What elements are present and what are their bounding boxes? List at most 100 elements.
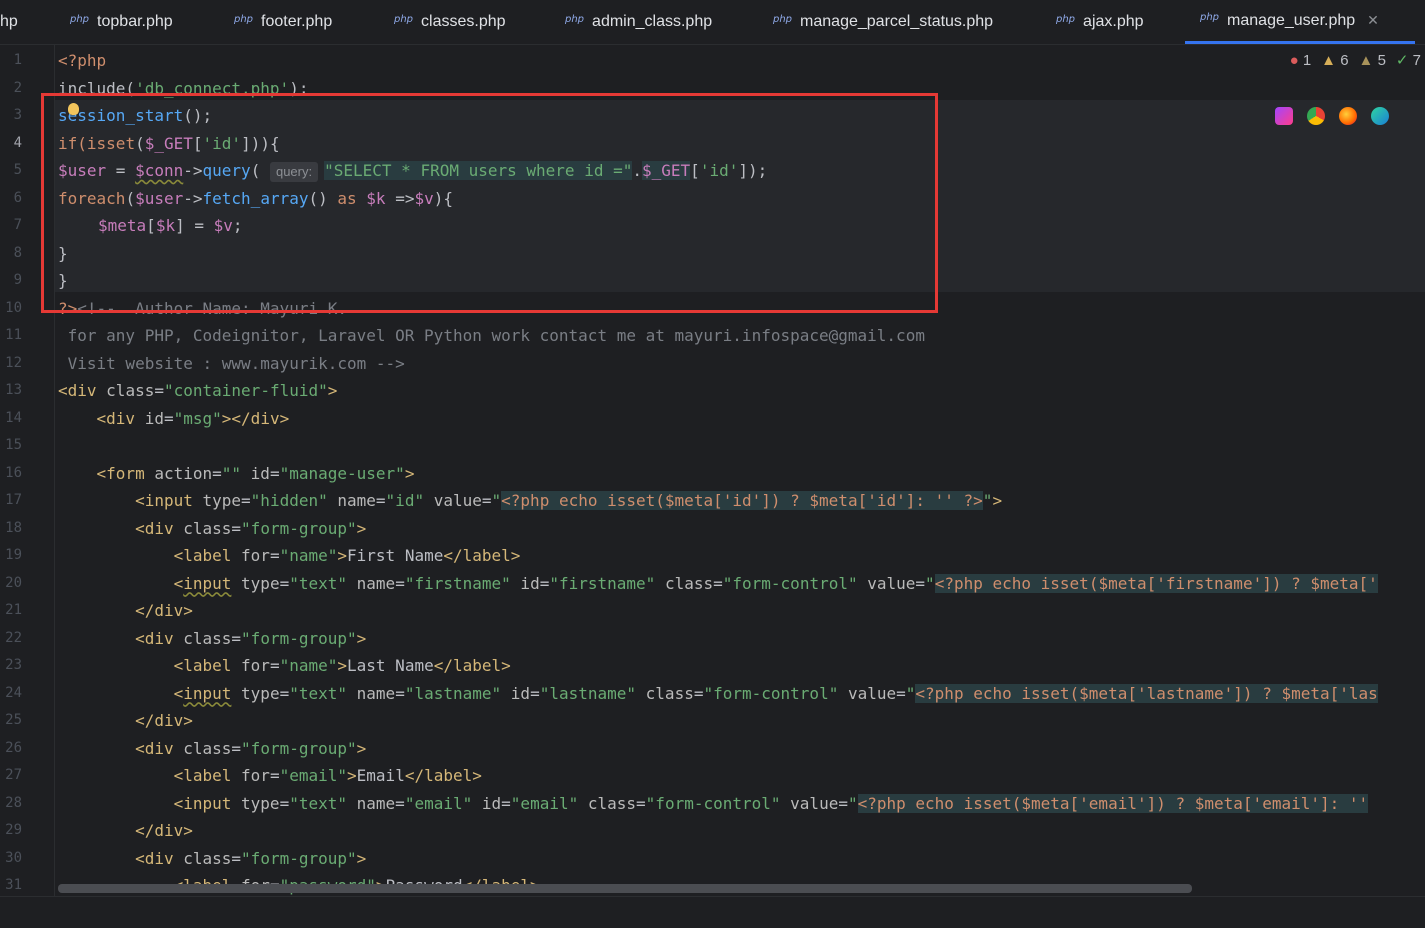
php-file-icon: php [1200,12,1220,23]
html-attr: type [231,573,280,593]
line-number: 20 [5,574,22,591]
php-file-icon: php [394,13,414,25]
code-line-22[interactable]: <div class="form-group"> [58,625,366,653]
php-file-icon: php [234,13,254,25]
code-line-24[interactable]: <input type="text" name="lastname" id="l… [58,680,1378,708]
tab-footer[interactable]: php footer.php [234,0,332,44]
code-line-1[interactable]: <?php [58,47,106,75]
html-tag: <label [58,546,242,565]
line-number: 15 [5,437,22,453]
line-number: 30 [5,849,22,866]
token: = [269,463,280,483]
html-tag: <div [58,628,184,648]
line-number: 1 [13,52,22,68]
phpstorm-icon[interactable] [1275,107,1293,125]
code-line-29[interactable]: </div> [58,817,193,845]
token: = [212,463,222,483]
html-attr-value: "" [221,463,242,483]
firefox-icon[interactable] [1339,107,1357,125]
html-tag: > [356,518,367,538]
html-attr-value: "firstname" [404,573,511,593]
code-line-14[interactable]: <div id="msg"></div> [58,405,290,433]
html-attr-value: "name" [279,656,338,675]
close-icon[interactable]: ✕ [1367,12,1379,29]
code-line-12[interactable]: Visit website : www.mayurik.com --> [58,350,405,378]
code-line-20[interactable]: <input type="text" name="firstname" id="… [58,570,1378,598]
line-number: 23 [5,657,22,673]
warning-count[interactable]: ▲ 6 [1321,52,1348,69]
html-attr: id [501,683,531,703]
weak-warning-count[interactable]: ▲ 5 [1359,52,1386,69]
label-text: First Name [347,546,444,565]
tab-classes[interactable]: php classes.php [394,0,506,44]
html-tag: <label [58,766,242,785]
code-line-30[interactable]: <div class="form-group"> [58,845,366,873]
code-line-21[interactable]: </div> [58,597,193,625]
tab-ajax[interactable]: php ajax.php [1056,0,1144,44]
line-number: 19 [5,547,22,563]
weak-warning-icon: ▲ [1358,51,1374,69]
line-number: 10 [5,299,22,316]
status-bar [0,896,1425,928]
horizontal-scrollbar[interactable] [58,884,1192,893]
token: = [636,793,646,813]
error-count[interactable]: ● 1 [1290,52,1312,69]
code-line-17[interactable]: <input type="hidden" name="id" value="<?… [58,487,1002,515]
html-tag: > [356,738,367,758]
inspection-widget[interactable]: ● 1 ▲ 6 ▲ 5 ✓ 7 [1290,51,1421,70]
code-editor[interactable]: 1 2 3 4 5 6 7 8 9 10 11 12 13 14 15 16 1… [0,45,1425,896]
html-attr-value: "email" [510,793,579,813]
html-attr-value: " [491,491,502,510]
tab-hp[interactable]: hp [0,0,18,44]
html-tag: > [992,491,1003,510]
tab-manage-parcel-status[interactable]: php manage_parcel_status.php [773,0,993,44]
code-line-23[interactable]: <label for="name">Last Name</label> [58,652,511,680]
check-icon: ✓ [1395,52,1409,69]
html-attr: class [636,683,694,703]
html-tag: <div [58,848,184,868]
html-tag: ></div> [221,408,290,428]
html-tag: < [58,683,184,703]
html-attr: id [510,573,540,593]
html-tag: <input [58,491,203,510]
token: = [163,408,174,428]
tab-admin-class[interactable]: php admin_class.php [565,0,712,44]
line-number: 8 [13,244,22,261]
code-line-18[interactable]: <div class="form-group"> [58,515,366,543]
error-icon: ● [1289,51,1299,69]
html-attr-value: "form-group" [241,518,357,538]
html-attr: value [424,491,482,510]
line-number: 6 [13,189,22,206]
line-number: 11 [5,327,22,343]
html-tag: input [183,573,232,593]
html-attr-value: "email" [404,793,473,813]
html-attr-value: " [847,793,858,813]
html-attr-value: "text" [289,683,348,703]
token: = [539,573,550,593]
html-tag: <input [58,793,242,813]
code-line-19[interactable]: <label for="name">First Name</label> [58,542,521,570]
code-line-28[interactable]: <input type="text" name="email" id="emai… [58,790,1369,818]
code-line-27[interactable]: <label for="email">Email</label> [58,762,482,790]
code-line-26[interactable]: <div class="form-group"> [58,735,366,763]
edge-icon[interactable] [1371,107,1389,125]
token: = [481,491,492,510]
code-line-25[interactable]: </div> [58,707,193,735]
ok-count[interactable]: ✓ 7 [1396,51,1421,69]
warning-icon: ▲ [1321,51,1337,69]
tab-label: manage_parcel_status.php [800,13,994,30]
line-number: 12 [5,354,22,371]
tab-topbar[interactable]: php topbar.php [70,0,173,44]
token: = [395,683,405,703]
error-count-value: 1 [1302,51,1312,69]
code-line-13[interactable]: <div class="container-fluid"> [58,377,337,405]
line-number: 7 [13,217,22,233]
code-line-11[interactable]: for any PHP, Codeignitor, Laravel OR Pyt… [58,322,925,350]
chrome-icon[interactable] [1307,107,1325,125]
tab-manage-user[interactable]: php manage_user.php ✕ [1185,0,1415,44]
html-attr: class [183,848,232,868]
line-number: 25 [5,712,22,728]
html-tag: <label [58,656,242,675]
code-line-16[interactable]: <form action="" id="manage-user"> [58,460,415,488]
line-number: 27 [5,767,22,783]
